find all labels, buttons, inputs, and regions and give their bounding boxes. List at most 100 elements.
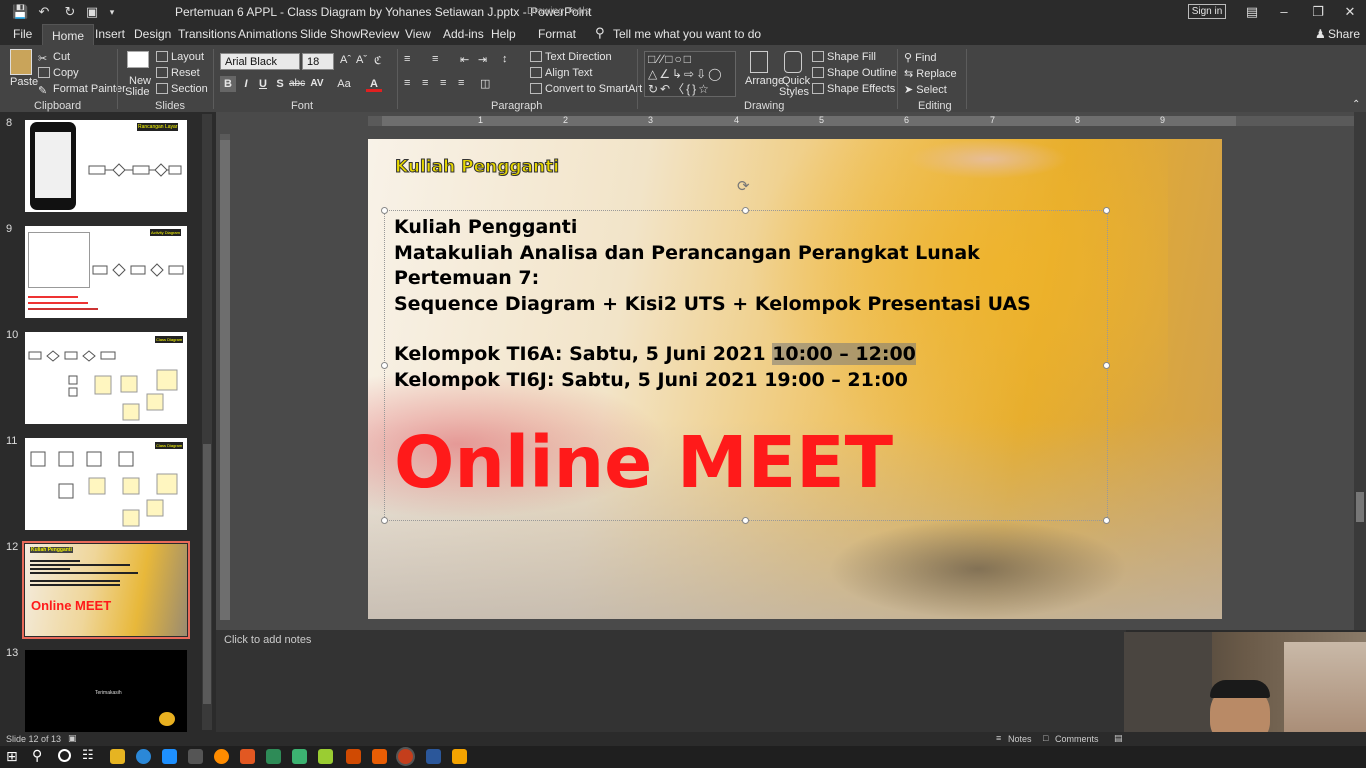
tab-insert[interactable]: Insert	[95, 27, 125, 41]
comments-icon[interactable]: □	[1043, 733, 1048, 743]
app-icon-blue[interactable]	[162, 749, 177, 764]
app-icon-dark-orange[interactable]	[346, 749, 361, 764]
app-icon-red[interactable]	[240, 749, 255, 764]
comments-button[interactable]: Comments	[1055, 734, 1099, 744]
maximize-icon[interactable]: ❐	[1310, 4, 1326, 20]
save-icon[interactable]: 💾	[12, 4, 28, 20]
app-icon-green[interactable]	[266, 749, 281, 764]
windows-start-icon[interactable]: ⊞	[6, 748, 18, 765]
quick-styles-icon[interactable]	[784, 51, 802, 73]
notes-placeholder[interactable]: Click to add notes	[224, 634, 311, 646]
bold-button[interactable]: B	[220, 76, 236, 92]
layout-button[interactable]: Layout	[156, 51, 204, 63]
tab-review[interactable]: Review	[360, 27, 399, 41]
copy-button[interactable]: Copy	[38, 67, 79, 79]
slide-body-text[interactable]: Kuliah Pengganti Matakuliah Analisa dan …	[394, 215, 1031, 393]
resize-handle[interactable]	[381, 517, 388, 524]
find-button[interactable]: ⚲ Find	[904, 51, 937, 64]
tab-slide-show[interactable]: Slide Show	[300, 27, 360, 41]
tab-add-ins[interactable]: Add-ins	[443, 27, 484, 41]
decrease-indent-icon[interactable]: ⇤	[460, 53, 469, 66]
tell-me-search[interactable]: Tell me what you want to do	[613, 27, 761, 41]
resize-handle[interactable]	[1103, 362, 1110, 369]
undo-icon[interactable]: ↶	[36, 4, 52, 20]
tab-design[interactable]: Design	[134, 27, 171, 41]
ribbon-display-options-icon[interactable]: ▤	[1244, 4, 1260, 20]
font-family-dropdown[interactable]: Arial Black	[220, 53, 300, 70]
format-painter-button[interactable]: ✎ Format Painter	[38, 83, 126, 97]
app-icon-yellow[interactable]	[452, 749, 467, 764]
notes-pane[interactable]: Click to add notes	[216, 630, 1126, 732]
notes-button[interactable]: Notes	[1008, 734, 1032, 744]
tab-view[interactable]: View	[405, 27, 431, 41]
resize-handle[interactable]	[1103, 517, 1110, 524]
arrange-icon[interactable]	[750, 51, 768, 73]
underline-button[interactable]: U	[255, 76, 271, 92]
strikethrough-button[interactable]: abc	[289, 76, 305, 92]
align-left-icon[interactable]: ≡	[404, 77, 410, 89]
new-slide-icon[interactable]	[127, 51, 149, 68]
shapes-gallery[interactable]: □∕∕□○□ △∠↳⇨⇩◯ ↻↶〈{}☆	[644, 51, 736, 97]
slide-thumbnail-13[interactable]: Terimakasih	[25, 650, 187, 742]
tab-file[interactable]: File	[13, 27, 32, 41]
cortana-icon[interactable]	[58, 749, 71, 762]
tab-animations[interactable]: Animations	[238, 27, 297, 41]
close-icon[interactable]: ✕	[1342, 4, 1358, 20]
online-meet-title[interactable]: Online MEET	[394, 423, 893, 503]
paste-button[interactable]: Paste	[10, 76, 38, 88]
minimize-icon[interactable]: –	[1276, 4, 1292, 20]
sign-in-button[interactable]: Sign in	[1188, 4, 1226, 19]
customize-qat-icon[interactable]: ▾	[104, 4, 120, 20]
powerpoint-icon[interactable]	[398, 749, 413, 764]
justify-icon[interactable]: ≡	[458, 77, 464, 89]
app-icon-gray[interactable]	[188, 749, 203, 764]
slide-thumbnail-8[interactable]: Rancangan Layar	[25, 120, 187, 212]
notes-icon[interactable]: ≡	[996, 733, 1001, 743]
numbering-icon[interactable]: ≡	[432, 53, 438, 65]
decrease-font-icon[interactable]: Aˇ	[356, 54, 367, 66]
app-icon-orange-2[interactable]	[372, 749, 387, 764]
slide-header-title[interactable]: Kuliah Pengganti	[394, 157, 559, 178]
convert-smartart-button[interactable]: Convert to SmartArt	[530, 83, 642, 95]
quick-styles-label-2[interactable]: Styles	[779, 86, 809, 98]
character-spacing-button[interactable]: AV	[307, 76, 327, 92]
italic-button[interactable]: I	[238, 76, 254, 92]
rotate-handle-icon[interactable]: ⟳	[737, 177, 750, 195]
section-button[interactable]: Section	[156, 83, 208, 95]
font-color-button[interactable]: A	[366, 76, 382, 92]
new-slide-label-2[interactable]: Slide	[125, 86, 149, 98]
line-spacing-icon[interactable]: ↕	[502, 53, 508, 65]
start-from-beginning-icon[interactable]: ▣	[84, 4, 100, 20]
clear-formatting-icon[interactable]: ℭ	[374, 54, 382, 67]
editor-scrollbar[interactable]	[1354, 112, 1366, 630]
replace-button[interactable]: ⇆ Replace	[904, 67, 957, 80]
task-view-icon[interactable]: ☷	[82, 747, 94, 763]
shape-fill-button[interactable]: Shape Fill	[812, 51, 876, 63]
edge-icon[interactable]	[136, 749, 151, 764]
cut-button[interactable]: ✂ Cut	[38, 51, 70, 65]
tab-transitions[interactable]: Transitions	[178, 27, 236, 41]
slide-thumbnail-12[interactable]: Kuliah Pengganti Online MEET	[22, 541, 190, 639]
align-text-button[interactable]: Align Text	[530, 67, 593, 79]
select-button[interactable]: ➤ Select	[904, 83, 947, 96]
spelling-icon[interactable]: ▣	[68, 733, 77, 744]
align-right-icon[interactable]: ≡	[440, 77, 446, 89]
normal-view-icon[interactable]: ▤	[1114, 733, 1123, 744]
app-icon-green-2[interactable]	[292, 749, 307, 764]
collapse-ribbon-icon[interactable]: ⌃	[1352, 99, 1360, 110]
slide-thumbnail-11[interactable]: Class Diagram	[25, 438, 187, 530]
change-case-button[interactable]: Aa	[334, 76, 354, 92]
redo-icon[interactable]: ↻	[62, 4, 78, 20]
tab-help[interactable]: Help	[491, 27, 516, 41]
resize-handle[interactable]	[1103, 207, 1110, 214]
shape-effects-button[interactable]: Shape Effects	[812, 83, 895, 95]
tab-home[interactable]: Home	[42, 24, 95, 46]
scroll-thumb[interactable]	[1356, 492, 1364, 522]
columns-icon[interactable]: ◫	[480, 77, 490, 90]
slide-thumbnail-10[interactable]: Class Diagram	[25, 332, 187, 424]
share-button[interactable]: Share	[1328, 27, 1360, 41]
increase-indent-icon[interactable]: ⇥	[478, 53, 487, 66]
slide-canvas[interactable]: Kuliah Pengganti ⟳ Kuliah Pengganti Mata…	[368, 139, 1222, 619]
bullets-icon[interactable]: ≡	[404, 53, 410, 65]
resize-handle[interactable]	[742, 207, 749, 214]
